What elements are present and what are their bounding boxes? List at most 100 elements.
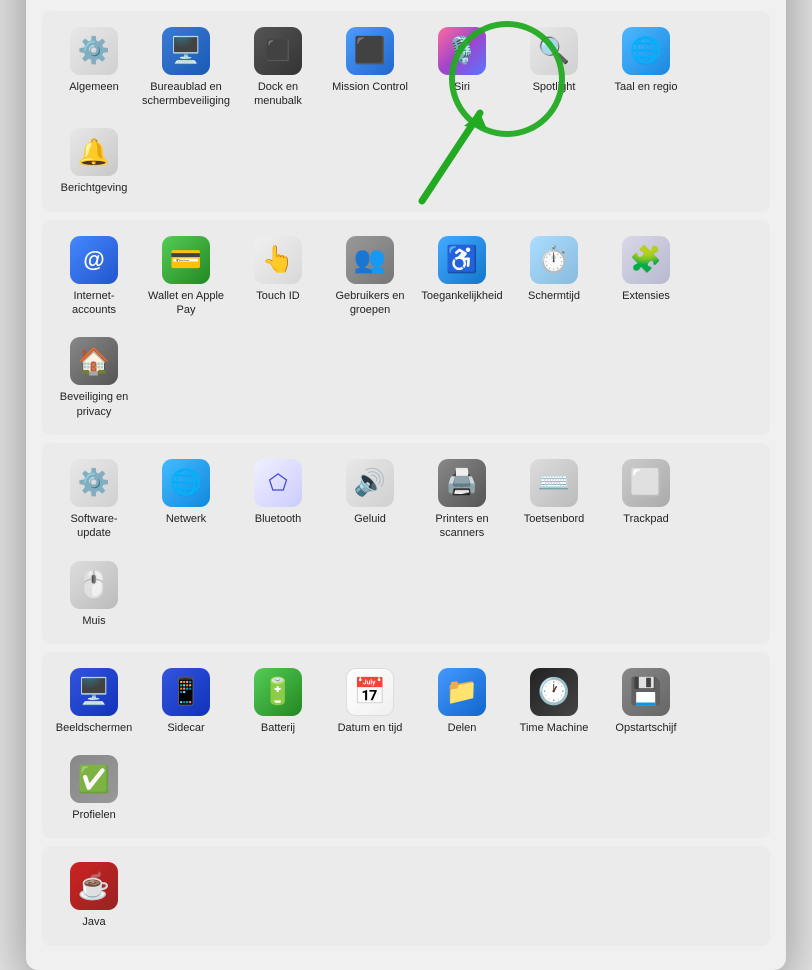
mission-icon: ⬛ — [346, 27, 394, 75]
pref-mission[interactable]: ⬛ Mission Control — [326, 19, 414, 117]
muis-icon: 🖱️ — [70, 561, 118, 609]
profielen-label: Profielen — [72, 808, 115, 822]
geluid-icon: 🔊 — [346, 459, 394, 507]
pref-netwerk[interactable]: 🌐 Netwerk — [142, 451, 230, 549]
pref-geluid[interactable]: 🔊 Geluid — [326, 451, 414, 549]
netwerk-icon: 🌐 — [162, 459, 210, 507]
bluetooth-icon: ⬠ — [254, 459, 302, 507]
trackpad-label: Trackpad — [623, 512, 668, 526]
pref-delen[interactable]: 📁 Delen — [418, 660, 506, 743]
pref-wallet[interactable]: 💳 Wallet en Apple Pay — [142, 228, 230, 326]
pref-dock[interactable]: ⬛ Dock en menubalk — [234, 19, 322, 117]
toetsenbord-label: Toetsenbord — [524, 512, 585, 526]
pref-siri[interactable]: 🎙️ Siri — [418, 19, 506, 117]
muis-label: Muis — [82, 614, 105, 628]
pref-opstart[interactable]: 💾 Opstart­schijf — [602, 660, 690, 743]
printers-icon: 🖨️ — [438, 459, 486, 507]
wallet-icon: 💳 — [162, 236, 210, 284]
pref-extensies[interactable]: 🧩 Extensies — [602, 228, 690, 326]
pref-timemachine[interactable]: 🕐 Time Machine — [510, 660, 598, 743]
pref-touchid[interactable]: 👆 Touch ID — [234, 228, 322, 326]
pref-beeldschermen[interactable]: 🖥️ Beeld­schermen — [50, 660, 138, 743]
pref-profielen[interactable]: ✅ Profielen — [50, 747, 138, 830]
prefs-grid-wrapper: ⚙️ Algemeen 🖥️ Bureaublad en schermbevei… — [42, 11, 770, 946]
internet-label: Internet­accounts — [54, 289, 134, 318]
siri-label: Siri — [454, 80, 470, 94]
beveiliging-icon: 🏠 — [70, 337, 118, 385]
touchid-icon: 👆 — [254, 236, 302, 284]
schermtijd-icon: ⏱️ — [530, 236, 578, 284]
software-icon: ⚙️ — [70, 459, 118, 507]
sidecar-icon: 📱 — [162, 668, 210, 716]
prefs-row-1: ⚙️ Algemeen 🖥️ Bureaublad en schermbevei… — [42, 11, 770, 212]
pref-berichtgeving[interactable]: 🔔 Berichtgeving — [50, 120, 138, 203]
pref-bluetooth[interactable]: ⬠ Bluetooth — [234, 451, 322, 549]
opstart-label: Opstart­schijf — [615, 721, 676, 735]
pref-batterij[interactable]: 🔋 Batterij — [234, 660, 322, 743]
mission-label: Mission Control — [332, 80, 408, 94]
printers-label: Printers en scanners — [422, 512, 502, 541]
timemachine-icon: 🕐 — [530, 668, 578, 716]
prefs-row-2: @ Internet­accounts 💳 Wallet en Apple Pa… — [42, 220, 770, 435]
bluetooth-label: Bluetooth — [255, 512, 301, 526]
taal-icon: 🌐 — [622, 27, 670, 75]
system-preferences-window: ‹ › ⊞ Systeemvoorkeuren 🔍 🐺 Stefan — [26, 0, 786, 970]
toegankelijkheid-icon: ♿ — [438, 236, 486, 284]
opstart-icon: 💾 — [622, 668, 670, 716]
extensies-icon: 🧩 — [622, 236, 670, 284]
pref-bureaublad[interactable]: 🖥️ Bureaublad en schermbeveiliging — [142, 19, 230, 117]
taal-label: Taal en regio — [615, 80, 678, 94]
berichtgeving-label: Berichtgeving — [61, 181, 128, 195]
touchid-label: Touch ID — [256, 289, 299, 303]
dock-icon: ⬛ — [254, 27, 302, 75]
dock-label: Dock en menubalk — [238, 80, 318, 109]
gebruikers-icon: 👥 — [346, 236, 394, 284]
datum-label: Datum en tijd — [338, 721, 403, 735]
batterij-icon: 🔋 — [254, 668, 302, 716]
pref-beveiliging[interactable]: 🏠 Beveiliging en privacy — [50, 329, 138, 427]
pref-gebruikers[interactable]: 👥 Gebruikers en groepen — [326, 228, 414, 326]
schermtijd-label: Schermtijd — [528, 289, 580, 303]
siri-icon: 🎙️ — [438, 27, 486, 75]
pref-trackpad[interactable]: ⬜ Trackpad — [602, 451, 690, 549]
pref-software[interactable]: ⚙️ Software-update — [50, 451, 138, 549]
internet-icon: @ — [70, 236, 118, 284]
pref-spotlight[interactable]: 🔍 Spotlight — [510, 19, 598, 117]
pref-algemeen[interactable]: ⚙️ Algemeen — [50, 19, 138, 117]
beveiliging-label: Beveiliging en privacy — [54, 390, 134, 419]
batterij-label: Batterij — [261, 721, 295, 735]
beeldschermen-label: Beeld­schermen — [56, 721, 132, 735]
gebruikers-label: Gebruikers en groepen — [330, 289, 410, 318]
delen-label: Delen — [448, 721, 477, 735]
pref-datum[interactable]: 📅 Datum en tijd — [326, 660, 414, 743]
pref-toegankelijkheid[interactable]: ♿ Toegankelijkheid — [418, 228, 506, 326]
pref-java[interactable]: ☕ Java — [50, 854, 138, 937]
pref-printers[interactable]: 🖨️ Printers en scanners — [418, 451, 506, 549]
pref-taal[interactable]: 🌐 Taal en regio — [602, 19, 690, 117]
extensies-label: Extensies — [622, 289, 670, 303]
toetsenbord-icon: ⌨️ — [530, 459, 578, 507]
java-icon: ☕ — [70, 862, 118, 910]
bureaublad-label: Bureaublad en schermbeveiliging — [142, 80, 230, 109]
pref-internet[interactable]: @ Internet­accounts — [50, 228, 138, 326]
algemeen-icon: ⚙️ — [70, 27, 118, 75]
pref-muis[interactable]: 🖱️ Muis — [50, 553, 138, 636]
java-label: Java — [82, 915, 105, 929]
pref-toetsenbord[interactable]: ⌨️ Toetsenbord — [510, 451, 598, 549]
pref-schermtijd[interactable]: ⏱️ Schermtijd — [510, 228, 598, 326]
prefs-row-5: ☕ Java — [42, 846, 770, 945]
beeldschermen-icon: 🖥️ — [70, 668, 118, 716]
pref-sidecar[interactable]: 📱 Sidecar — [142, 660, 230, 743]
netwerk-label: Netwerk — [166, 512, 206, 526]
spotlight-icon: 🔍 — [530, 27, 578, 75]
geluid-label: Geluid — [354, 512, 386, 526]
berichtgeving-icon: 🔔 — [70, 128, 118, 176]
toegankelijkheid-label: Toegankelijkheid — [421, 289, 502, 303]
algemeen-label: Algemeen — [69, 80, 119, 94]
prefs-row-4: 🖥️ Beeld­schermen 📱 Sidecar 🔋 Batterij 📅… — [42, 652, 770, 839]
timemachine-label: Time Machine — [520, 721, 589, 735]
sidecar-label: Sidecar — [167, 721, 204, 735]
delen-icon: 📁 — [438, 668, 486, 716]
content-area: 🐺 Stefan Apple ID, iCloud, Media en App … — [26, 0, 786, 970]
spotlight-label: Spotlight — [533, 80, 576, 94]
